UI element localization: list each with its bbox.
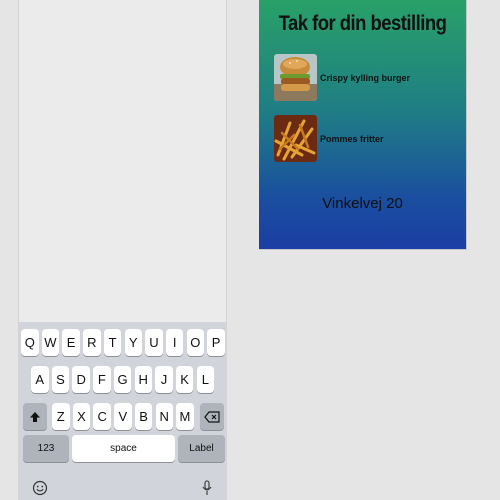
key-p[interactable]: P: [207, 329, 225, 356]
order-confirmation-card: Tak for din bestilling Crispy kylling bu…: [259, 0, 467, 250]
key-w[interactable]: W: [41, 329, 60, 356]
order-item-name: Crispy kylling burger: [320, 72, 411, 83]
key-label: Q: [24, 335, 35, 350]
key-o[interactable]: O: [186, 329, 205, 356]
microphone-button[interactable]: [199, 479, 215, 497]
key-i[interactable]: I: [165, 329, 184, 356]
key-label: K: [180, 372, 189, 387]
numbers-key-label: 123: [37, 443, 55, 454]
key-label: P: [211, 335, 221, 350]
key-n[interactable]: N: [155, 403, 173, 430]
key-label: O: [190, 335, 201, 350]
key-label: N: [159, 409, 169, 424]
key-r[interactable]: R: [83, 329, 101, 356]
key-k[interactable]: K: [175, 366, 194, 393]
shift-icon: [30, 411, 40, 422]
key-label: L: [201, 372, 209, 387]
key-j[interactable]: J: [155, 366, 173, 393]
onscreen-keyboard: QWERTYUIOP ASDFGHJKL ZXCVBNM 123 space L…: [19, 322, 226, 500]
key-d[interactable]: D: [72, 366, 90, 393]
key-label: M: [179, 409, 191, 424]
numbers-key[interactable]: 123: [23, 435, 69, 462]
order-item-name: Pommes fritter: [320, 133, 384, 144]
key-y[interactable]: Y: [124, 329, 142, 356]
emoji-icon: [32, 480, 48, 496]
key-z[interactable]: Z: [52, 403, 70, 430]
order-title: Tak for din bestilling: [278, 12, 447, 35]
space-key-label: space: [110, 443, 137, 454]
key-label: I: [172, 335, 177, 350]
phone-screen: QWERTYUIOP ASDFGHJKL ZXCVBNM 123 space L…: [18, 0, 227, 500]
return-key[interactable]: Label: [178, 435, 225, 462]
emoji-button[interactable]: [31, 479, 49, 497]
key-label: A: [35, 372, 45, 387]
key-label: C: [97, 409, 107, 424]
key-label: V: [118, 409, 128, 424]
key-label: R: [87, 335, 97, 350]
key-label: E: [66, 335, 76, 350]
microphone-icon: [202, 480, 212, 495]
key-m[interactable]: M: [176, 403, 194, 430]
key-e[interactable]: E: [62, 329, 80, 356]
key-s[interactable]: S: [51, 366, 70, 393]
key-l[interactable]: L: [196, 366, 215, 393]
order-item-fries: Pommes fritter: [274, 115, 384, 162]
key-a[interactable]: A: [31, 366, 49, 393]
key-label: F: [97, 372, 106, 387]
key-label: S: [56, 372, 65, 387]
fries-image: [274, 115, 317, 162]
key-g[interactable]: G: [113, 366, 132, 393]
shift-key[interactable]: [23, 403, 47, 430]
key-label: H: [138, 372, 148, 387]
key-label: X: [77, 409, 86, 424]
key-label: T: [108, 335, 117, 350]
key-b[interactable]: B: [134, 403, 153, 430]
key-label: J: [160, 372, 168, 387]
backspace-icon: [204, 410, 220, 423]
backspace-key[interactable]: [200, 403, 224, 430]
order-item-burger: Crispy kylling burger: [274, 54, 410, 101]
space-key[interactable]: space: [72, 435, 175, 462]
key-x[interactable]: X: [72, 403, 91, 430]
delivery-address: Vinkelvej 20: [322, 195, 403, 212]
key-label: B: [139, 409, 148, 424]
key-v[interactable]: V: [114, 403, 132, 430]
key-u[interactable]: U: [145, 329, 163, 356]
key-label: U: [149, 335, 159, 350]
key-label: G: [117, 372, 128, 387]
key-f[interactable]: F: [93, 366, 111, 393]
key-t[interactable]: T: [103, 329, 122, 356]
key-label: W: [44, 335, 57, 350]
key-c[interactable]: C: [93, 403, 111, 430]
burger-image: [274, 54, 317, 101]
key-label: Z: [56, 409, 65, 424]
key-q[interactable]: Q: [21, 329, 39, 356]
key-label: D: [76, 372, 86, 387]
key-label: Y: [128, 335, 138, 350]
return-key-label: Label: [189, 443, 214, 454]
key-h[interactable]: H: [134, 366, 152, 393]
